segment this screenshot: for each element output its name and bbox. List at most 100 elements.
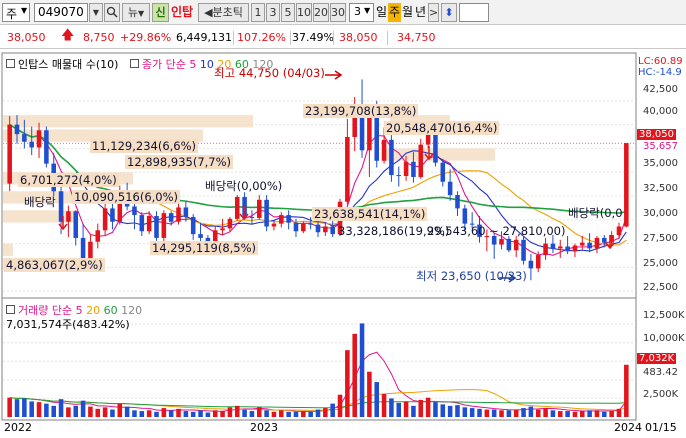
candle-body (249, 216, 255, 218)
volume-bar (528, 406, 534, 417)
candle-body (506, 238, 512, 251)
candle-body (102, 208, 108, 231)
ma-value-tag: 35,657 (643, 141, 678, 152)
volume-tick: 2,500K (643, 389, 679, 400)
candle-body (330, 226, 335, 235)
toolbar: 주 ▼ 049070 ▼ 뉴▼ 신 인탑 ◀분초틱 1 3 5 10 20 30… (0, 0, 686, 25)
volume-bar (411, 405, 416, 417)
count-value: 3 (354, 5, 361, 18)
scroll-updown-button[interactable]: ⬍ (441, 3, 457, 22)
period-button-5[interactable]: 5 (281, 3, 295, 22)
hc-label: HC:-14.9 (638, 67, 682, 78)
news-button[interactable]: 뉴▼ (122, 3, 150, 22)
volume-bar (521, 408, 526, 417)
legend-checkbox[interactable] (129, 59, 139, 68)
volume-bar (499, 410, 504, 417)
candle-body (323, 226, 328, 233)
volume-bar (440, 404, 446, 417)
legend-checkbox[interactable] (6, 305, 15, 314)
volume-bar (256, 407, 262, 417)
candle-body (14, 124, 20, 135)
period-button-30[interactable]: 30 (330, 3, 346, 22)
volume-bar (88, 406, 93, 417)
change-percent: +29.86% (120, 31, 172, 44)
price-change: 8,750 (83, 31, 115, 44)
candle-body (513, 239, 519, 251)
candle-body (44, 130, 49, 164)
period-label: 10 (297, 6, 311, 19)
candle-body (557, 246, 563, 249)
chevron-down-icon: ▼ (364, 6, 371, 15)
period-label: 20 (314, 6, 328, 19)
candle-body (168, 213, 174, 222)
period-button-10[interactable]: 10 (296, 3, 312, 22)
view-month[interactable]: 월 (402, 3, 413, 22)
volume-bar (543, 408, 548, 417)
trading-volume: 6,449,131 (176, 31, 232, 44)
code-dropdown-button[interactable]: ▼ (89, 3, 103, 22)
intraday-label: ◀분초틱 (204, 6, 243, 19)
volume-bar (513, 409, 519, 417)
turnover-rate: 37.49% (292, 31, 334, 44)
volume-bar (330, 403, 335, 417)
volume-bar (271, 411, 277, 417)
count-select[interactable]: 3 ▼ (349, 3, 374, 22)
search-button[interactable] (104, 3, 120, 22)
volume-bar (146, 410, 152, 417)
high-arrow-icon (325, 70, 343, 80)
period-button-3[interactable]: 3 (266, 3, 280, 22)
volume-bar (367, 371, 372, 417)
volume-tick: 12,500K (643, 310, 685, 321)
candle-body (110, 208, 115, 222)
volume-bar (51, 405, 56, 417)
volume-bar (315, 409, 321, 417)
period-button-1[interactable]: 1 (251, 3, 265, 22)
candle-body (183, 207, 189, 217)
volume-bar (227, 407, 233, 417)
current-price: 38,050 (7, 31, 46, 44)
market-select[interactable]: 주 ▼ (2, 3, 30, 22)
candle-body (580, 242, 585, 246)
quote-bar: 38,050 🡅 8,750 +29.86% 6,449,131 107.26%… (0, 27, 686, 49)
volume-bar (359, 323, 365, 417)
volume-bar (550, 410, 556, 417)
extra-input[interactable] (459, 3, 489, 22)
candle-body (403, 161, 409, 177)
intraday-button[interactable]: ◀분초틱 (198, 3, 249, 22)
candle-body (535, 255, 541, 269)
chevron-right-icon: > (429, 6, 439, 19)
divider (290, 31, 291, 45)
vp-label: 11,129,234(6,6%) (90, 139, 199, 153)
candle-body (36, 130, 42, 148)
price-tick: 32,500 (643, 183, 678, 194)
volume-bar (447, 405, 453, 417)
volume-bar (80, 400, 86, 417)
volume-bar (557, 411, 563, 417)
volume-bar (352, 333, 357, 417)
view-year[interactable]: 년 (415, 3, 426, 22)
period-button-20[interactable]: 20 (313, 3, 329, 22)
candle-body (528, 260, 534, 269)
volume-profile-band (3, 115, 253, 128)
next-button[interactable]: > (428, 3, 439, 22)
view-day[interactable]: 일 (376, 3, 387, 22)
stock-name: 인탑 (171, 5, 194, 19)
volume-bar (168, 410, 174, 417)
volume-bar (396, 402, 402, 417)
volume-bar (66, 407, 71, 417)
period-label: 1 (254, 6, 262, 19)
vp-label: 10,090,516(6,0%) (72, 190, 181, 204)
candle-body (227, 218, 233, 229)
vp-label: 6,701,272(4,0%) (18, 173, 119, 187)
vp-label: 23,638,541(14,1%) (312, 207, 428, 221)
legend-checkbox[interactable] (6, 59, 15, 68)
period-label: 30 (331, 6, 345, 19)
price-tick: 25,000 (643, 258, 678, 269)
stock-code-input[interactable]: 049070 (34, 3, 88, 22)
volume-bar (190, 411, 196, 417)
view-week[interactable]: 주 (388, 3, 402, 22)
new-stock-badge[interactable]: 신 (152, 3, 169, 22)
candle-body (22, 134, 27, 142)
candle-body (374, 113, 380, 161)
volume-bar (535, 409, 541, 417)
